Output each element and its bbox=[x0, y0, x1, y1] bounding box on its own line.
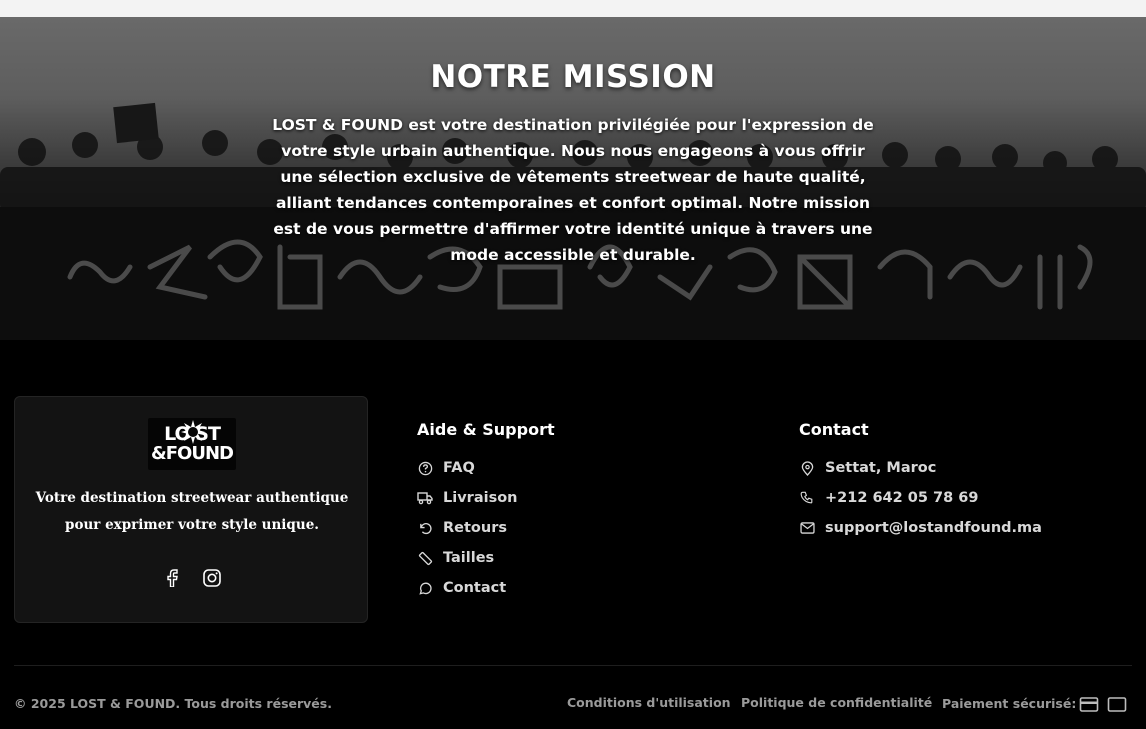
support-title: Aide & Support bbox=[417, 420, 555, 439]
retours-link[interactable]: Retours bbox=[417, 518, 507, 538]
brand-card: LO ST &FOUND Votre destination streetwea… bbox=[14, 396, 368, 623]
credit-card-icon bbox=[1079, 697, 1099, 712]
contact-link-label: Contact bbox=[443, 580, 507, 596]
map-pin-icon bbox=[799, 460, 815, 476]
tailles-link[interactable]: Tailles bbox=[417, 548, 494, 568]
mail-icon bbox=[799, 520, 815, 536]
facebook-icon bbox=[167, 569, 178, 587]
brand-tagline: Votre destination streetwear authentique… bbox=[35, 490, 349, 533]
tailles-label: Tailles bbox=[443, 550, 495, 566]
contact-title: Contact bbox=[799, 420, 869, 439]
privacy-link[interactable]: Politique de confidentialité bbox=[741, 695, 932, 710]
mission-hero: NOTRE MISSION LOST & FOUND est votre des… bbox=[0, 17, 1146, 340]
faq-label: FAQ bbox=[443, 460, 475, 476]
phone-label: +212 642 05 78 69 bbox=[825, 490, 979, 506]
logo-star-icon bbox=[181, 420, 205, 444]
instagram-icon bbox=[203, 569, 221, 587]
contact-link[interactable]: Contact bbox=[417, 578, 506, 598]
rotate-ccw-icon bbox=[417, 520, 433, 536]
ruler-icon bbox=[417, 550, 433, 566]
card-outline-icon bbox=[1107, 697, 1127, 712]
message-circle-icon bbox=[417, 580, 433, 596]
mission-text: LOST & FOUND est votre destination privi… bbox=[272, 116, 874, 264]
mission-title: NOTRE MISSION bbox=[430, 59, 716, 95]
logo-text-bottom: &FOUND bbox=[151, 443, 234, 464]
retours-label: Retours bbox=[443, 520, 507, 536]
top-bar bbox=[0, 0, 1146, 17]
address-item: Settat, Maroc bbox=[799, 458, 936, 478]
facebook-link[interactable] bbox=[161, 567, 183, 589]
phone-item[interactable]: +212 642 05 78 69 bbox=[799, 488, 978, 508]
email-item[interactable]: support@lostandfound.ma bbox=[799, 518, 1042, 538]
address-label: Settat, Maroc bbox=[825, 460, 937, 476]
faq-link[interactable]: FAQ bbox=[417, 458, 475, 478]
copyright-text: © 2025 LOST & FOUND. Tous droits réservé… bbox=[14, 696, 332, 711]
phone-icon bbox=[799, 490, 815, 506]
email-label: support@lostandfound.ma bbox=[825, 520, 1042, 536]
truck-icon bbox=[417, 490, 433, 506]
livraison-label: Livraison bbox=[443, 490, 518, 506]
help-circle-icon bbox=[417, 460, 433, 476]
terms-link[interactable]: Conditions d'utilisation bbox=[567, 695, 731, 710]
payment-label: Paiement sécurisé: bbox=[942, 696, 1077, 711]
livraison-link[interactable]: Livraison bbox=[417, 488, 517, 508]
brand-logo[interactable]: LO ST &FOUND bbox=[148, 418, 236, 470]
footer-divider bbox=[14, 665, 1132, 666]
instagram-link[interactable] bbox=[201, 567, 223, 589]
